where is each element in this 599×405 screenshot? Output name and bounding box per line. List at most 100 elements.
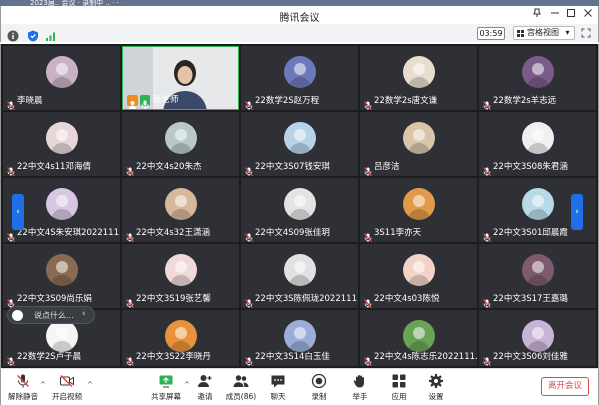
- participant-name: 22中文3S07钱安琪: [255, 161, 330, 172]
- name-bar: 22中文3S01邱晨霞: [483, 227, 568, 242]
- collapse-icon[interactable]: ‹: [82, 309, 86, 319]
- leave-meeting-button[interactable]: 离开会议: [541, 377, 589, 396]
- name-bar: 吕彦洁: [364, 161, 400, 176]
- participant-tile[interactable]: 22中文4s陈志乐2022111...: [360, 310, 477, 366]
- maximize-icon[interactable]: [563, 8, 579, 22]
- participant-tile[interactable]: 22中文3S19张艺馨: [122, 244, 239, 308]
- mic-muted-icon: [245, 96, 253, 110]
- name-bar: 22中文3S19张艺馨: [126, 293, 211, 308]
- unmute-label: 解除静音: [8, 392, 38, 401]
- prev-page-button[interactable]: ‹: [12, 194, 24, 230]
- avatar: [521, 254, 554, 286]
- name-bar: 22数学2s唐文谦: [364, 95, 437, 110]
- participant-name: 22中文4S09张佳玥: [255, 227, 330, 238]
- emoji-icon[interactable]: [12, 310, 23, 321]
- mic-muted-icon: [126, 352, 134, 366]
- name-bar: 22中文4S朱安琪2022111...: [7, 227, 120, 242]
- mic-muted-icon: [245, 162, 253, 176]
- settings-button[interactable]: 设置: [416, 373, 456, 402]
- mic-muted-icon: [245, 352, 253, 366]
- participant-tile[interactable]: 22数学2S赵万程: [241, 46, 358, 110]
- minimize-icon[interactable]: [547, 8, 563, 22]
- next-page-button[interactable]: ›: [571, 194, 583, 230]
- meeting-window: { "window": {"title": "腾讯会议", "blurred_t…: [0, 0, 599, 405]
- start-video-label: 开启视频: [52, 392, 82, 401]
- participant-name: 22中文3S09尚乐娟: [17, 293, 92, 304]
- name-bar: 22中文3S08朱君涵: [483, 161, 568, 176]
- invite-label: 邀请: [197, 392, 213, 401]
- name-bar: 3S11李亦天: [364, 227, 421, 242]
- mic-muted-icon: [126, 228, 134, 242]
- participant-tile[interactable]: 22中文3S09尚乐娟: [3, 244, 120, 308]
- pin-icon[interactable]: [529, 8, 545, 22]
- grid-view-button[interactable]: 宫格视图 ▾: [513, 26, 575, 40]
- quick-chat-bubble[interactable]: 说点什么... ‹: [7, 306, 95, 324]
- mic-muted-icon: [483, 228, 491, 242]
- participant-name: 22中文3S19张艺馨: [136, 293, 211, 304]
- participant-tile[interactable]: 张老师: [122, 46, 239, 110]
- chevron-up-icon[interactable]: ^: [87, 381, 93, 389]
- participant-tile[interactable]: 22数学2s羊志远: [479, 46, 596, 110]
- fullscreen-icon[interactable]: [581, 28, 591, 41]
- name-bar: 22中文4s陈志乐2022111...: [364, 351, 477, 366]
- participant-tile[interactable]: 李晓晨: [3, 46, 120, 110]
- invite-button[interactable]: 邀请: [185, 373, 225, 402]
- name-bar: 22中文3S09尚乐娟: [7, 293, 92, 308]
- apps-icon: [392, 374, 406, 388]
- participant-tile[interactable]: 22中文3S06刘佳雅: [479, 310, 596, 366]
- participant-tile[interactable]: 22中文3S14白玉佳: [241, 310, 358, 366]
- close-icon[interactable]: [580, 8, 596, 22]
- raise-hand-button[interactable]: 举手: [340, 373, 380, 402]
- unmute-button[interactable]: 解除静音: [3, 373, 43, 402]
- security-shield-icon[interactable]: [27, 27, 39, 42]
- speaker-icon: [140, 94, 150, 109]
- participant-name: 22中文3S08朱君涵: [493, 161, 568, 172]
- share-screen-button[interactable]: 共享屏幕: [146, 373, 186, 402]
- chevron-down-icon: ▾: [565, 28, 570, 37]
- avatar: [283, 56, 316, 88]
- chat-label: 聊天: [270, 392, 286, 401]
- participant-tile[interactable]: 吕彦洁: [360, 112, 477, 176]
- participant-name: 22中文4s陈志乐2022111...: [374, 351, 477, 362]
- members-button[interactable]: 成员(86): [221, 373, 261, 402]
- participant-name: 22中文3S陈佩珑2022111...: [255, 293, 358, 304]
- avatar: [45, 56, 78, 88]
- avatar: [521, 188, 554, 220]
- record-icon: [311, 373, 327, 389]
- participant-tile[interactable]: 22中文3S08朱君涵: [479, 112, 596, 176]
- name-bar: 22中文3S07钱安琪: [245, 161, 330, 176]
- members-icon: [233, 375, 249, 387]
- signal-strength-icon[interactable]: [45, 27, 57, 41]
- participant-tile[interactable]: 22数学2s唐文谦: [360, 46, 477, 110]
- mic-muted-icon: [364, 96, 372, 110]
- participant-tile[interactable]: 22中文3S22李晓丹: [122, 310, 239, 366]
- participant-tile[interactable]: 22中文3S17王嘉璐: [479, 244, 596, 308]
- apps-button[interactable]: 应用: [379, 373, 419, 402]
- avatar: [283, 254, 316, 286]
- participant-tile[interactable]: 22中文4S09张佳玥: [241, 178, 358, 242]
- host-badge-icon: [127, 94, 138, 109]
- participant-tile[interactable]: 22中文4s03陈悦: [360, 244, 477, 308]
- chat-button[interactable]: 聊天: [258, 373, 298, 402]
- meeting-info-bar: 03:59 宫格视图 ▾: [0, 24, 599, 42]
- participant-tile[interactable]: 3S11李亦天: [360, 178, 477, 242]
- avatar: [521, 122, 554, 154]
- mic-muted-icon: [16, 374, 30, 388]
- chevron-up-icon[interactable]: ^: [40, 381, 46, 389]
- start-video-button[interactable]: 开启视频: [47, 373, 87, 402]
- participant-name: 22中文4s03陈悦: [374, 293, 440, 304]
- participant-tile[interactable]: 22中文3S07钱安琪: [241, 112, 358, 176]
- record-button[interactable]: 录制: [299, 373, 339, 402]
- avatar: [402, 56, 435, 88]
- mic-muted-icon: [7, 96, 15, 110]
- mic-muted-icon: [7, 352, 15, 366]
- participant-tile[interactable]: 22中文3S陈佩珑2022111...: [241, 244, 358, 308]
- participant-tile[interactable]: 22中文4s20朱杰: [122, 112, 239, 176]
- info-icon[interactable]: [7, 27, 19, 42]
- name-bar: 22中文3S22李晓丹: [126, 351, 211, 366]
- participant-tile[interactable]: 22中文4s32王潇涵: [122, 178, 239, 242]
- name-bar: 22中文4S09张佳玥: [245, 227, 330, 242]
- avatar: [283, 320, 316, 352]
- name-bar: 22数学2s羊志远: [483, 95, 556, 110]
- participant-tile[interactable]: 22中文4s11邓海倩: [3, 112, 120, 176]
